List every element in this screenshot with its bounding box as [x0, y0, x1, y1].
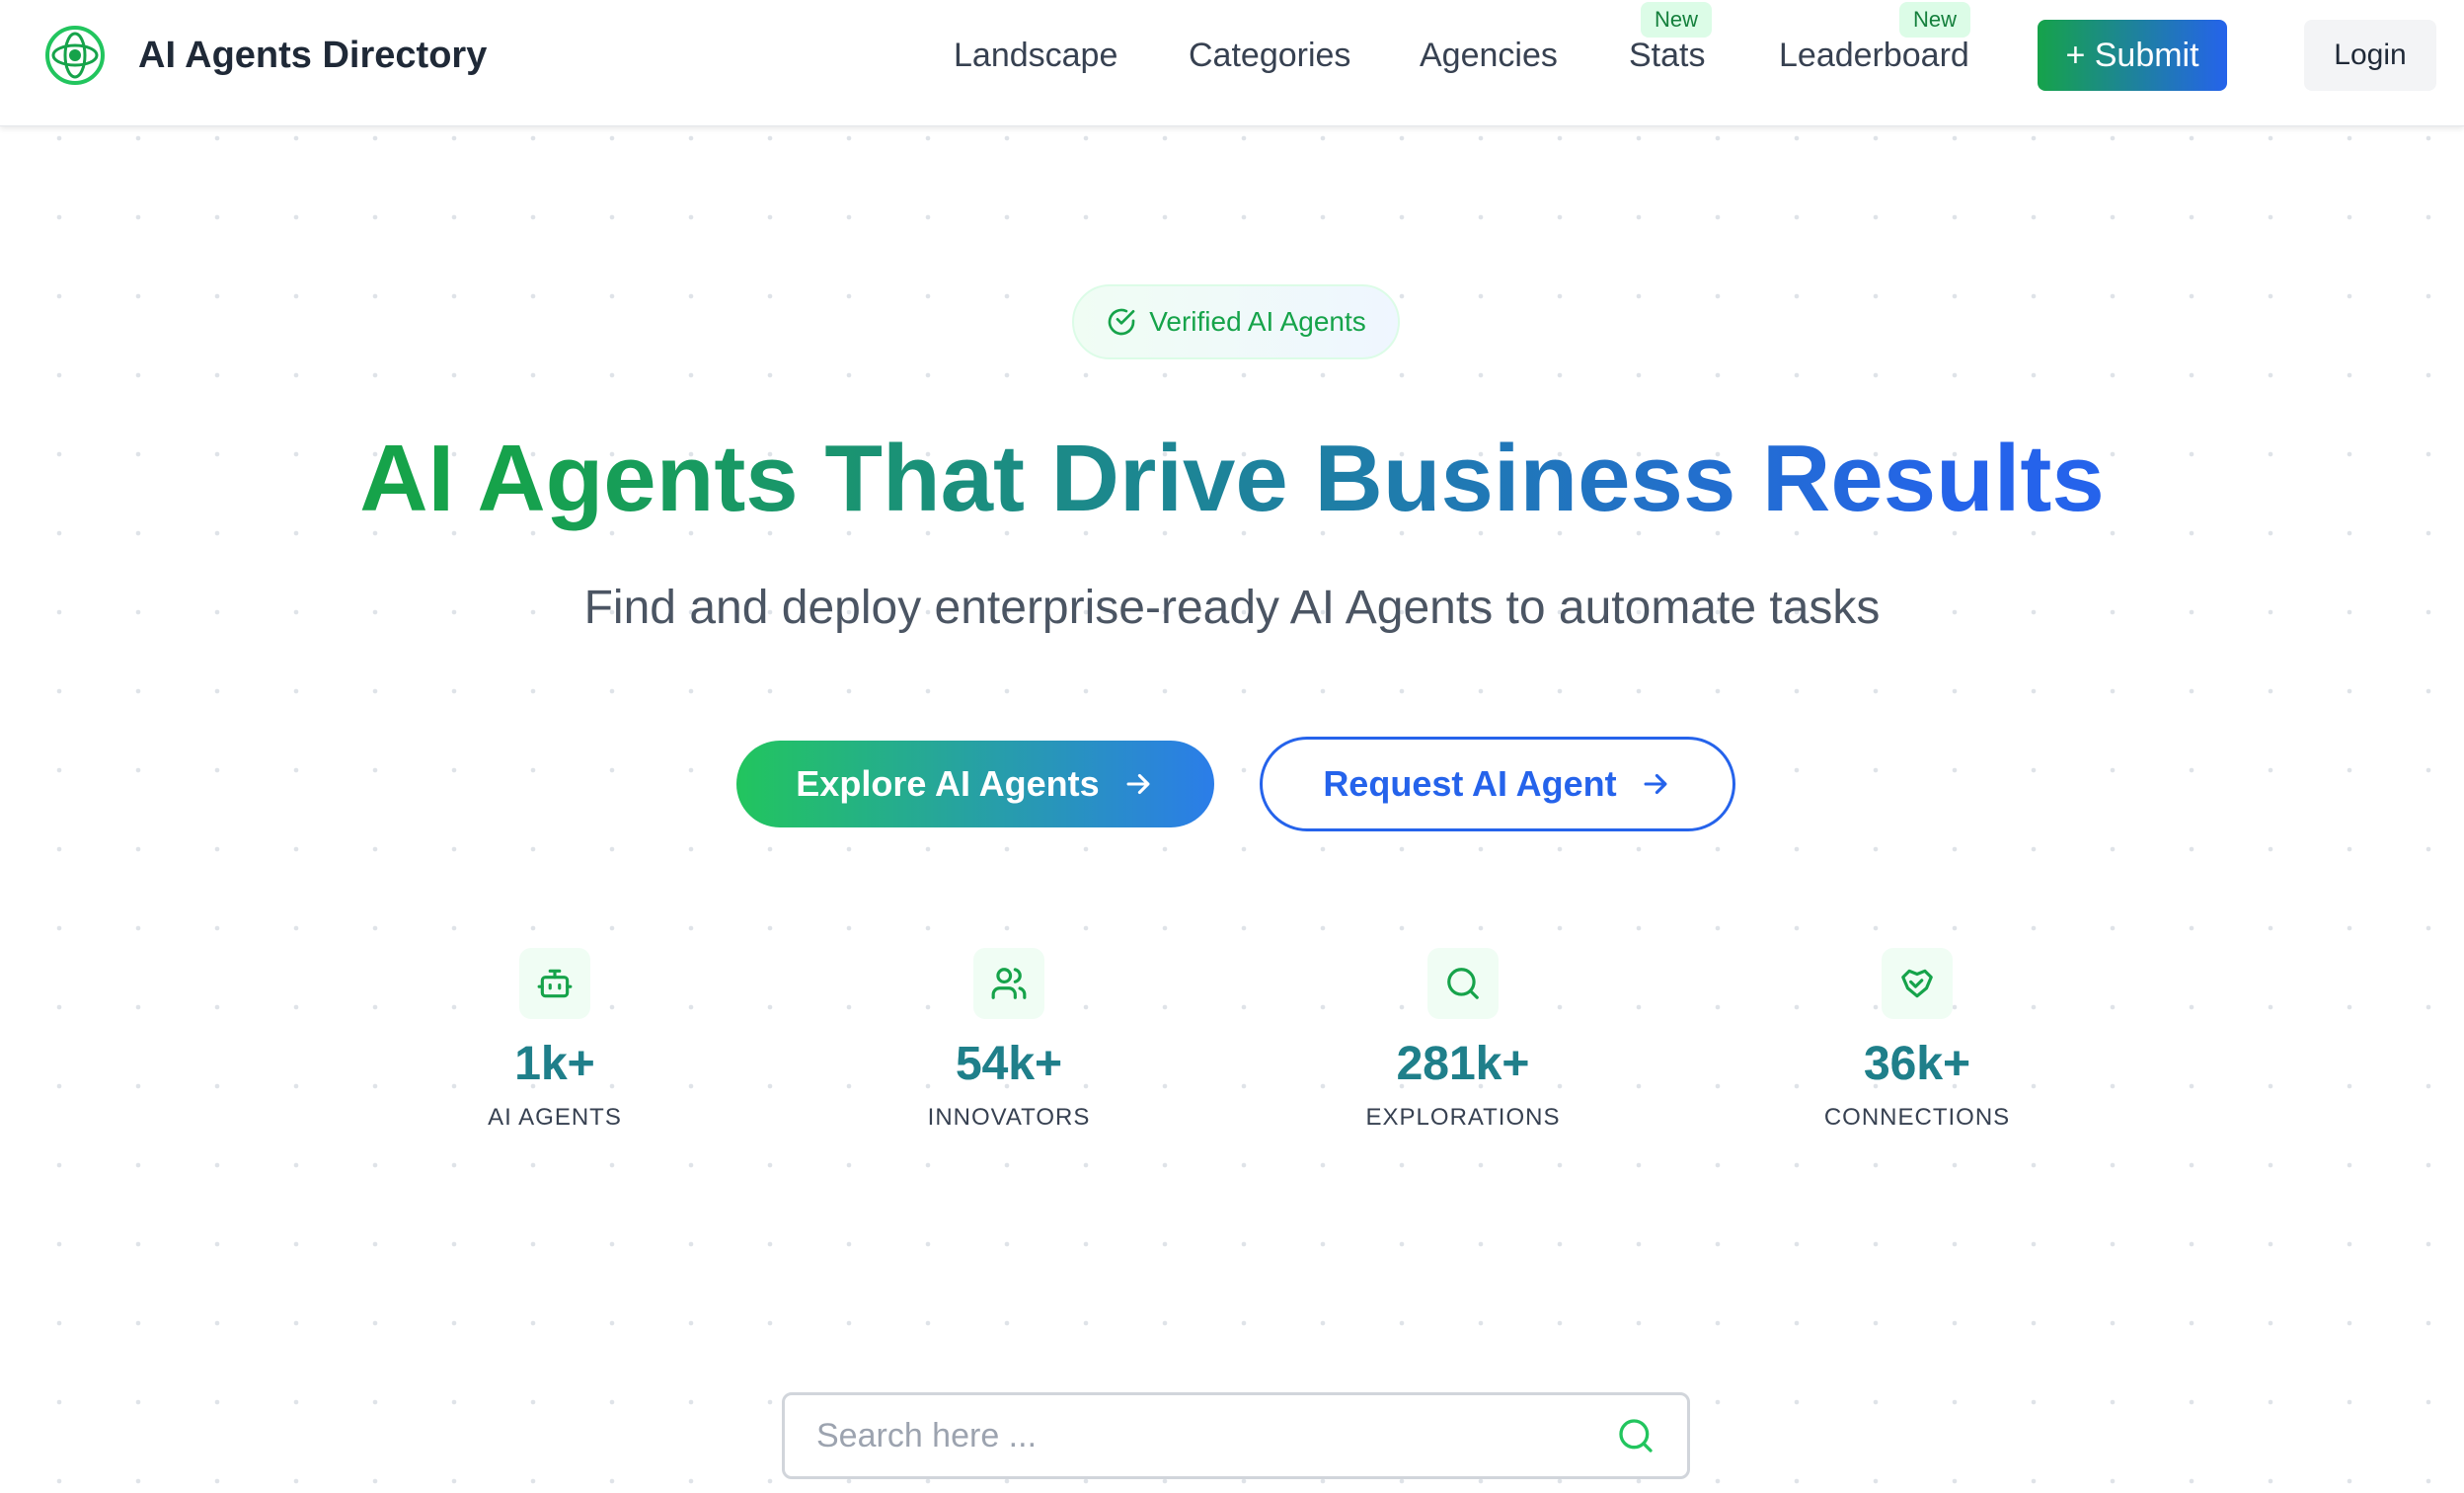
stat-explorations: 281k+ EXPLORATIONS [1305, 948, 1621, 1132]
verified-pill: Verified AI Agents [1072, 284, 1400, 359]
robot-icon [519, 948, 590, 1019]
nav-stats[interactable]: Stats [1629, 30, 1705, 81]
explore-agents-button[interactable]: Explore AI Agents [736, 741, 1214, 827]
search-input[interactable] [816, 1416, 1616, 1455]
stat-label: EXPLORATIONS [1365, 1104, 1561, 1131]
arrow-right-icon [1126, 773, 1150, 795]
hero-subtitle: Find and deploy enterprise-ready AI Agen… [583, 582, 1881, 634]
submit-button[interactable]: + Submit [2038, 20, 2227, 91]
stat-value: 36k+ [1759, 1035, 2075, 1094]
nav-leaderboard[interactable]: Leaderboard [1779, 30, 1969, 81]
nav-landscape[interactable]: Landscape [954, 30, 1117, 81]
brand-name[interactable]: AI Agents Directory [138, 32, 487, 79]
hero-title: AI Agents That Drive Business Results [0, 415, 2464, 543]
arrow-right-icon [1644, 773, 1667, 795]
nav-agencies[interactable]: Agencies [1420, 30, 1558, 81]
verified-pill-label: Verified AI Agents [1149, 306, 1366, 337]
handshake-icon [1882, 948, 1953, 1019]
stat-innovators: 54k+ INNOVATORS [851, 948, 1167, 1132]
stat-ai-agents: 1k+ AI AGENTS [397, 948, 713, 1132]
check-circle-icon [1108, 308, 1135, 336]
stat-connections: 36k+ CONNECTIONS [1759, 948, 2075, 1132]
search-icon [1427, 948, 1499, 1019]
stat-value: 281k+ [1305, 1035, 1621, 1094]
login-button[interactable]: Login [2304, 20, 2436, 91]
stat-label: INNOVATORS [927, 1104, 1091, 1131]
top-navbar: AI Agents Directory Landscape Categories… [0, 0, 2464, 126]
orbit-logo-icon[interactable] [43, 24, 107, 87]
stat-value: 1k+ [397, 1035, 713, 1094]
stat-label: AI AGENTS [488, 1104, 622, 1131]
stat-label: CONNECTIONS [1823, 1104, 2011, 1131]
explore-agents-label: Explore AI Agents [796, 763, 1100, 804]
search-icon[interactable] [1616, 1416, 1656, 1455]
users-icon [973, 948, 1044, 1019]
request-agent-button[interactable]: Request AI Agent [1260, 737, 1735, 831]
search-bar [782, 1392, 1690, 1479]
stat-value: 54k+ [851, 1035, 1167, 1094]
nav-categories[interactable]: Categories [1189, 30, 1350, 81]
request-agent-label: Request AI Agent [1323, 763, 1617, 804]
